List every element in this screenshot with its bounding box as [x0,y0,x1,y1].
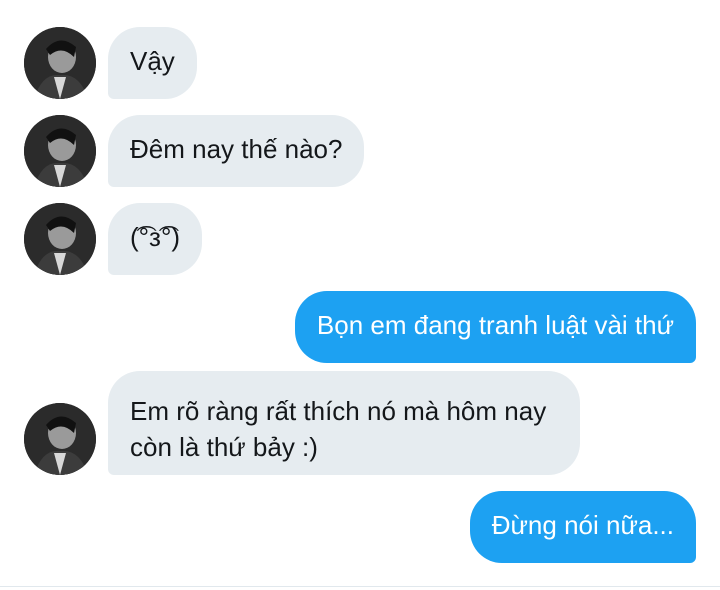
message-bubble-outgoing[interactable]: Bọn em đang tranh luật vài thứ [294,291,696,363]
avatar-photo [24,203,96,275]
message-text: Đêm nay thế nào? [130,134,343,164]
avatar[interactable] [24,203,96,275]
message-bubble-incoming[interactable]: Đêm nay thế nào? [108,115,365,187]
message-text: Em rõ ràng rất thích nó mà hôm nay còn l… [130,396,547,462]
divider [0,586,720,587]
message-bubble-incoming[interactable]: Vậy [108,27,197,99]
avatar[interactable] [24,403,96,475]
message-bubble-outgoing[interactable]: Đừng nói nữa... [469,491,696,563]
message-text: Vậy [130,46,175,76]
message-text: Bọn em đang tranh luật vài thứ [316,310,674,340]
message-bubble-incoming[interactable]: (͡°з͡°) [108,203,203,275]
avatar-photo [24,27,96,99]
message-bubble-incoming[interactable]: Em rõ ràng rất thích nó mà hôm nay còn l… [108,371,580,475]
avatar-photo [24,403,96,475]
message-text: Đừng nói nữa... [491,510,674,540]
avatar-photo [24,115,96,187]
message-text: (͡°з͡°) [130,222,181,252]
avatar[interactable] [24,27,96,99]
avatar[interactable] [24,115,96,187]
